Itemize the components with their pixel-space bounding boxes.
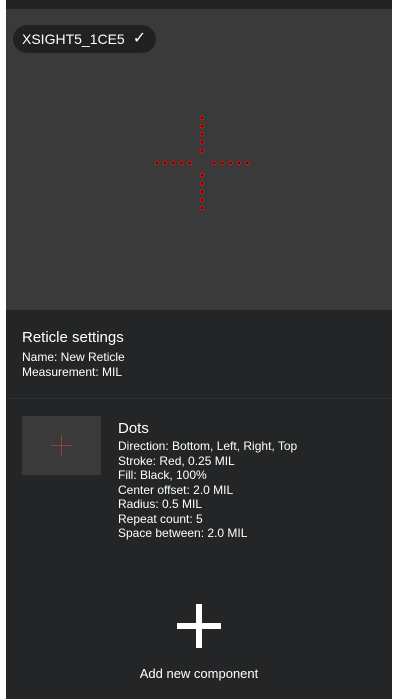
plus-icon: [177, 604, 221, 648]
reticle-dot-top-3: [199, 132, 205, 137]
component-details: Direction: Bottom, Left, Right, Top Stro…: [118, 439, 297, 541]
app-screen: XSIGHT5_1CE5 ✓ Reticle settings Name: Ne…: [6, 0, 392, 699]
component-stroke: Stroke: Red, 0.25 MIL: [118, 453, 235, 468]
component-thumbnail: [22, 416, 101, 475]
crosshair-thumbnail-icon: [51, 435, 72, 456]
reticle-dot-right-5: [244, 160, 250, 166]
check-icon: ✓: [132, 30, 147, 47]
reticle-dot-top-1: [199, 148, 205, 153]
reticle-settings-block[interactable]: Reticle settings Name: New Reticle Measu…: [6, 310, 392, 398]
component-direction: Direction: Bottom, Left, Right, Top: [118, 439, 298, 453]
reticle-dot-left-5: [154, 160, 160, 166]
reticle-measurement-line: Measurement: MIL: [22, 365, 123, 379]
component-repeat-count: Repeat count: 5: [118, 511, 203, 526]
reticle-preview: XSIGHT5_1CE5 ✓: [6, 9, 392, 310]
device-chip[interactable]: XSIGHT5_1CE5 ✓: [13, 25, 157, 53]
component-center-offset: Center offset: 2.0 MIL: [118, 482, 234, 497]
reticle-dot-right-1: [212, 160, 217, 166]
device-name: XSIGHT5_1CE5: [22, 31, 125, 47]
reticle-dot-bottom-3: [199, 189, 205, 194]
reticle-dot-bottom-5: [199, 205, 205, 211]
component-card-dots[interactable]: Dots Direction: Bottom, Left, Right, Top…: [6, 399, 392, 569]
reticle-dot-bottom-4: [199, 197, 205, 203]
reticle-dot-left-3: [171, 160, 176, 166]
add-component-button[interactable]: Add new component: [6, 600, 392, 690]
component-fill: Fill: Black, 100%: [118, 468, 207, 482]
add-component-label: Add new component: [139, 666, 259, 681]
reticle-dot-top-5: [199, 115, 205, 121]
reticle-dot-right-2: [220, 160, 225, 166]
reticle-dot-right-3: [228, 160, 233, 166]
component-title: Dots: [118, 420, 149, 437]
reticle-dot-left-4: [162, 160, 168, 166]
component-space-between: Space between: 2.0 MIL: [118, 526, 248, 540]
reticle-dot-left-2: [179, 160, 184, 166]
reticle-dot-bottom-1: [199, 173, 205, 178]
reticle-dot-top-4: [199, 123, 205, 129]
component-radius: Radius: 0.5 MIL: [118, 497, 203, 511]
reticle-dot-top-2: [199, 140, 205, 145]
reticle-preview-canvas: [154, 115, 250, 211]
reticle-settings-title: Reticle settings: [22, 329, 124, 346]
reticle-name-line: Name: New Reticle: [22, 350, 125, 364]
reticle-dot-right-4: [236, 160, 242, 166]
reticle-dot-left-1: [187, 160, 192, 166]
status-bar: [6, 0, 392, 9]
reticle-dot-bottom-2: [199, 181, 205, 186]
